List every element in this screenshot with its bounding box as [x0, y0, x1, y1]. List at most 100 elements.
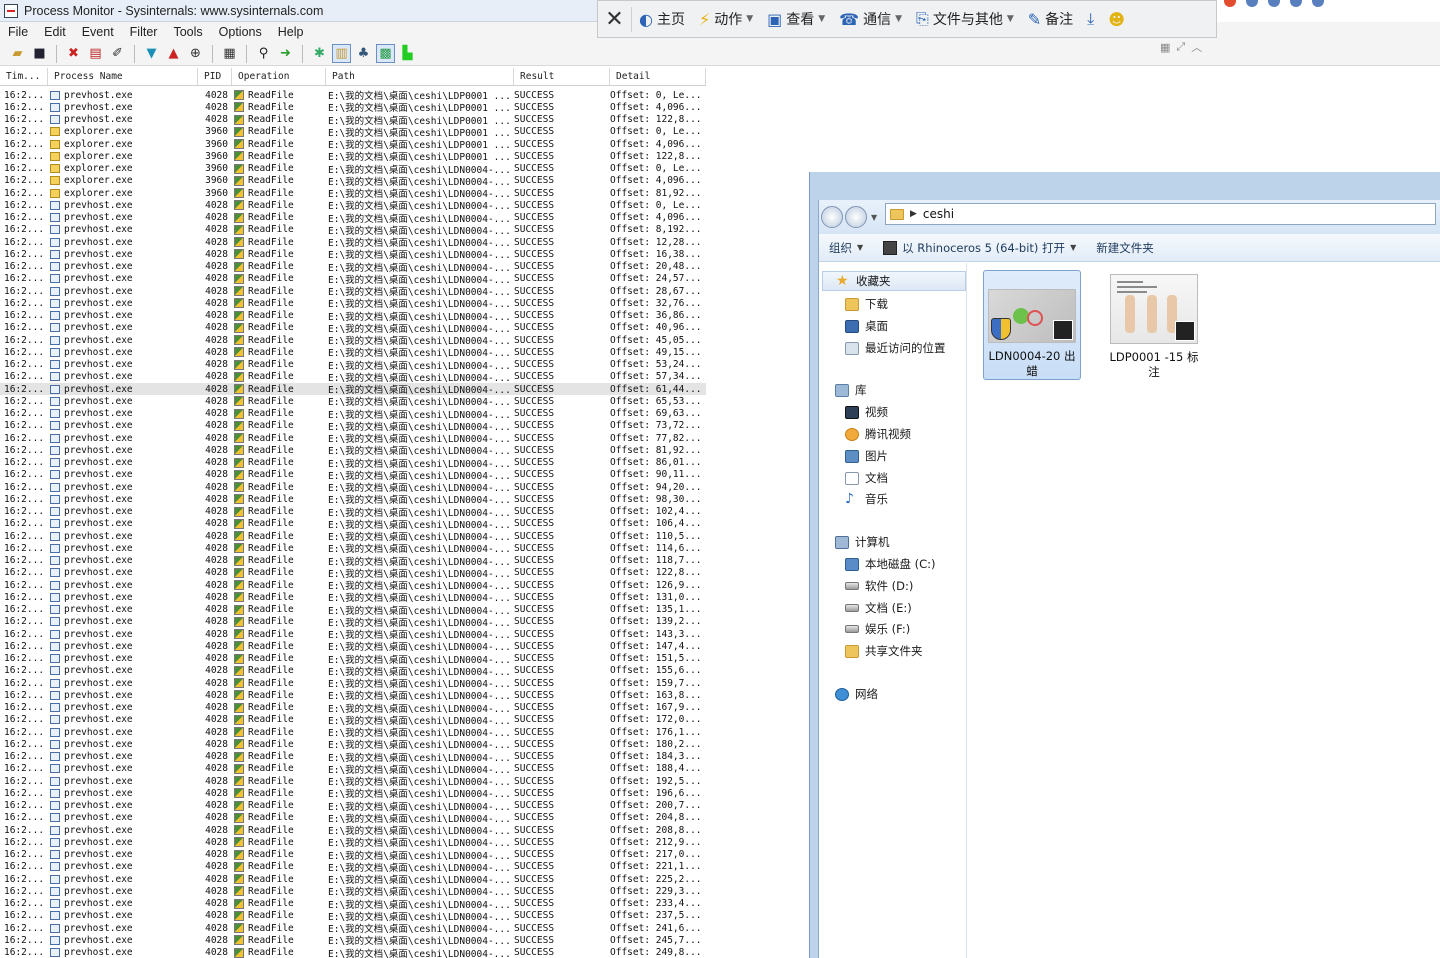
cell-detail: Offset: 184,3...: [610, 751, 702, 763]
menu-file[interactable]: File: [0, 25, 36, 39]
tray-app-icon[interactable]: [1268, 0, 1280, 7]
address-path[interactable]: ceshi: [923, 207, 954, 221]
process-name: prevhost.exe: [64, 714, 133, 726]
column-header-detail[interactable]: Detail: [610, 68, 706, 85]
menu-filter[interactable]: Filter: [122, 25, 166, 39]
file-operation-icon: [234, 396, 244, 407]
process-icon: [50, 874, 60, 884]
nav-item-drive-e[interactable]: 文档 (E:): [845, 598, 912, 618]
file-thumbnail: [1110, 274, 1198, 344]
cell-result: SUCCESS: [514, 751, 555, 763]
registry-activity-icon[interactable]: ✱: [310, 44, 329, 63]
toolbar-lightning-button[interactable]: ⚡ 动作 ▼: [692, 9, 760, 29]
find-icon[interactable]: ⚲: [254, 44, 273, 63]
collapse-icon[interactable]: ︿: [1191, 39, 1202, 55]
file-item-ldn0004[interactable]: LDN0004-20 出蜡: [983, 270, 1081, 380]
back-icon[interactable]: [821, 206, 843, 228]
process-name: explorer.exe: [64, 138, 133, 150]
explorer-window: ▼ ▶ ceshi 组织 ▼ 以 Rhinoceros 5 (64-bit) 打开…: [809, 172, 1440, 958]
menu-help[interactable]: Help: [270, 25, 312, 39]
forward-icon[interactable]: [845, 206, 867, 228]
cell-detail: Offset: 118,7...: [610, 555, 702, 567]
file-operation-icon: [234, 371, 244, 382]
close-icon[interactable]: ✕: [598, 6, 632, 32]
tray-app-icon[interactable]: [1246, 0, 1258, 7]
smile-icon[interactable]: ☻: [1101, 10, 1132, 29]
cell-result: SUCCESS: [514, 616, 555, 628]
nav-item-documents[interactable]: 文档: [845, 468, 888, 488]
computer-icon: [835, 535, 849, 549]
tray-app-icon[interactable]: [1312, 0, 1324, 7]
cell-detail: Offset: 147,4...: [610, 640, 702, 652]
nav-item-drive-d[interactable]: 软件 (D:): [845, 576, 913, 596]
network-activity-icon[interactable]: ♣: [354, 44, 373, 63]
tray-app-icon[interactable]: [1290, 0, 1302, 7]
column-header-result[interactable]: Result: [514, 68, 610, 85]
nav-item-drive-c[interactable]: 本地磁盘 (C:): [845, 554, 936, 574]
nav-item-pictures[interactable]: 图片: [845, 446, 888, 466]
clear-icon[interactable]: ✐: [108, 44, 127, 63]
file-activity-icon[interactable]: ▥: [332, 44, 351, 63]
nav-item-shared-folder[interactable]: 共享文件夹: [845, 641, 923, 661]
toolbar-note-button[interactable]: ✎ 备注: [1021, 9, 1080, 29]
include-process-icon[interactable]: ⊕: [186, 44, 205, 63]
nav-item-recent[interactable]: 最近访问的位置: [845, 338, 946, 358]
nav-network[interactable]: 网络: [835, 684, 878, 704]
nav-item-music[interactable]: ♪ 音乐: [845, 489, 888, 509]
menu-event[interactable]: Event: [74, 25, 122, 39]
save-icon[interactable]: ■: [30, 44, 49, 63]
properties-icon[interactable]: ▦: [220, 44, 239, 63]
nav-item-tencent-video[interactable]: 腾讯视频: [845, 424, 911, 444]
cell-pid: 4028: [205, 714, 228, 726]
nav-libraries[interactable]: 库: [835, 380, 867, 400]
file-name: LDN0004-20 出蜡: [988, 349, 1076, 378]
file-operation-icon: [234, 151, 244, 162]
nav-label: 视频: [865, 405, 888, 419]
history-dropdown-icon[interactable]: ▼: [871, 213, 877, 222]
cell-pid: 4028: [205, 653, 228, 665]
toolbar-monitor-button[interactable]: ▣ 查看 ▼: [760, 9, 832, 29]
nav-favorites[interactable]: ★ 收藏夹: [822, 271, 966, 291]
process-name: prevhost.exe: [64, 800, 133, 812]
tray-app-icon[interactable]: [1224, 0, 1236, 7]
column-header-pid[interactable]: PID: [198, 68, 232, 85]
capture-icon[interactable]: ✖: [64, 44, 83, 63]
column-header-path[interactable]: Path: [326, 68, 514, 85]
toolbar-phone-button[interactable]: ☎ 通信 ▼: [832, 9, 909, 29]
organize-button[interactable]: 组织 ▼: [819, 240, 873, 256]
event-list-header: Tim... Process Name PID Operation Path R…: [0, 68, 706, 86]
toolbar-home-button[interactable]: ◐ 主页: [632, 9, 692, 29]
fullscreen-icon[interactable]: ⤢: [1176, 40, 1185, 54]
menu-options[interactable]: Options: [211, 25, 270, 39]
column-header-operation[interactable]: Operation: [232, 68, 326, 85]
column-header-process-name[interactable]: Process Name: [48, 68, 198, 85]
cell-pid: 4028: [205, 212, 228, 224]
cell-detail: Offset: 229,3...: [610, 885, 702, 897]
autoscroll-icon[interactable]: ▤: [86, 44, 105, 63]
profiling-activity-icon[interactable]: ▙: [398, 44, 417, 63]
toolbar-file-transfer-button[interactable]: ⎘ 文件与其他 ▼: [909, 9, 1021, 29]
nav-item-videos[interactable]: 视频: [845, 402, 888, 422]
jump-icon[interactable]: ➜: [276, 44, 295, 63]
menu-edit[interactable]: Edit: [36, 25, 74, 39]
process-activity-icon[interactable]: ▩: [376, 44, 395, 63]
table-row[interactable]: 16:2... prevhost.exe 4028 ReadFile E:\我的文档\桌…: [0, 947, 706, 958]
nav-computer[interactable]: 计算机: [835, 532, 890, 552]
open-with-rhino-button[interactable]: 以 Rhinoceros 5 (64-bit) 打开 ▼: [873, 240, 1086, 256]
menu-tools[interactable]: Tools: [165, 25, 210, 39]
new-folder-button[interactable]: 新建文件夹: [1086, 240, 1164, 256]
open-icon[interactable]: ▰: [8, 44, 27, 63]
file-operation-icon: [234, 298, 244, 309]
grid-icon[interactable]: ▦: [1160, 41, 1170, 54]
nav-item-downloads[interactable]: 下载: [845, 294, 888, 314]
download-icon[interactable]: ⤓: [1080, 9, 1101, 29]
nav-item-drive-f[interactable]: 娱乐 (F:): [845, 619, 910, 639]
cell-detail: Offset: 61,44...: [610, 383, 702, 395]
nav-item-desktop[interactable]: 桌面: [845, 316, 888, 336]
procmon-app-icon: [4, 3, 18, 18]
address-bar[interactable]: ▶ ceshi: [885, 203, 1436, 225]
file-item-ldp0001[interactable]: LDP0001 -15 标注: [1105, 270, 1203, 380]
highlight-icon[interactable]: ▲: [164, 44, 183, 63]
column-header-time[interactable]: Tim...: [0, 68, 48, 85]
filter-icon[interactable]: ▼: [142, 44, 161, 63]
